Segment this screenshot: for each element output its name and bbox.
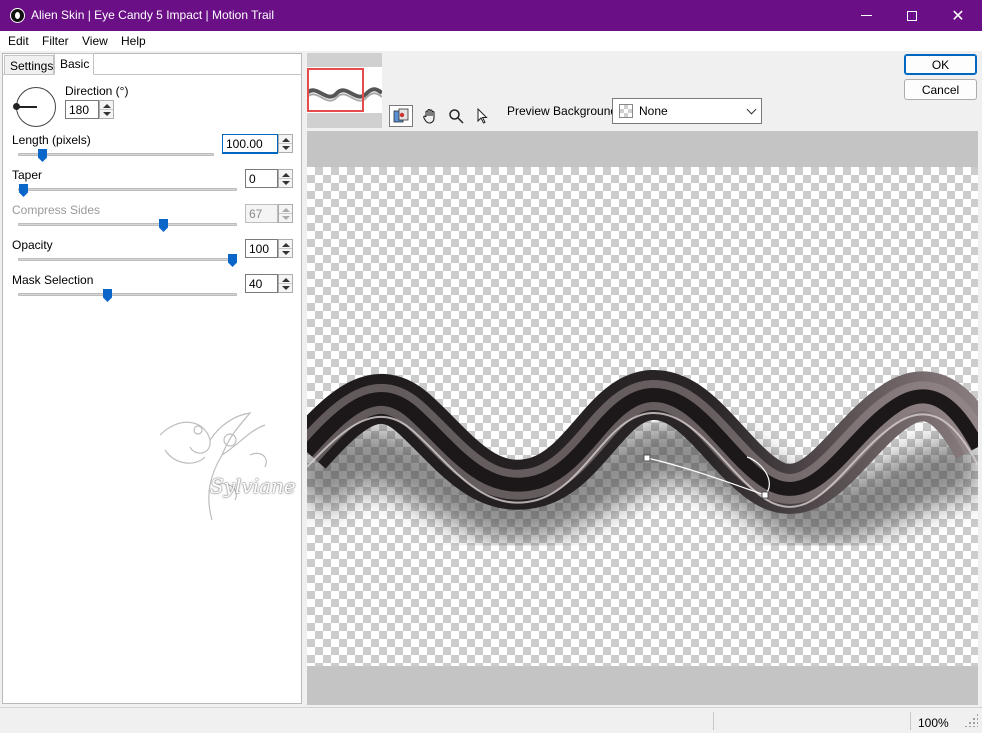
status-separator [713,712,714,730]
mask-selection-label: Mask Selection [12,273,94,287]
opacity-input[interactable]: 100 [245,239,278,258]
dial-knob[interactable] [13,103,20,110]
title-bar: Alien Skin | Eye Candy 5 Impact | Motion… [0,0,982,31]
mask-selection-spinner[interactable] [278,274,293,293]
opacity-label: Opacity [12,238,53,252]
path-handle-end[interactable] [761,491,769,499]
taper-input[interactable]: 0 [245,169,278,188]
length-slider-track[interactable] [18,153,214,156]
opacity-slider-track[interactable] [18,258,237,261]
opacity-spinner[interactable] [278,239,293,258]
length-spinner[interactable] [278,134,293,153]
maximize-icon[interactable] [889,0,935,31]
dial-needle [17,106,37,108]
menu-edit[interactable]: Edit [8,34,29,48]
zoom-magnifier-icon[interactable] [444,105,468,127]
compress-sides-spinner [278,204,293,223]
motion-trail-preview-image [307,370,978,545]
preview-background-label: Preview Background: [507,104,621,118]
preview-background-value: None [639,104,668,118]
menu-help[interactable]: Help [121,34,146,48]
alien-skin-icon [10,8,25,23]
taper-spinner[interactable] [278,169,293,188]
compress-sides-slider-track [18,223,237,226]
mask-selection-slider-track[interactable] [18,293,237,296]
status-separator [910,712,911,730]
checkerboard-swatch-icon [619,104,633,118]
direction-spinner[interactable] [99,100,114,119]
direction-label: Direction (°) [65,84,129,98]
length-input[interactable]: 100.00 [222,134,278,154]
taper-slider-track[interactable] [18,188,237,191]
tab-basic[interactable]: Basic [54,53,94,75]
mask-selection-input[interactable]: 40 [245,274,278,293]
preview-background-select[interactable]: None [612,98,762,124]
chevron-down-icon [746,104,757,115]
path-handle-start[interactable] [643,454,651,462]
length-label: Length (pixels) [12,133,91,147]
cancel-button[interactable]: Cancel [904,79,977,100]
window-title: Alien Skin | Eye Candy 5 Impact | Motion… [31,8,275,22]
status-bar: 100% [0,707,982,733]
direction-input[interactable]: 180 [65,100,99,119]
minimize-icon[interactable] [843,0,889,31]
menu-bar: Edit Filter View Help [0,31,982,51]
watermark-text: Sylviane [210,474,296,498]
arrow-select-icon[interactable] [470,105,494,127]
compress-sides-input: 67 [245,204,278,223]
watermark-floral-image [159,412,267,521]
ok-button[interactable]: OK [904,54,977,75]
zoom-level: 100% [918,716,949,730]
close-icon[interactable]: ✕ [935,0,981,31]
menu-filter[interactable]: Filter [42,34,69,48]
hand-pan-icon[interactable] [418,105,442,127]
menu-view[interactable]: View [82,34,108,48]
compress-sides-label: Compress Sides [12,203,101,217]
thumbnail-viewport-box[interactable] [307,68,364,112]
direction-dial-icon[interactable] [13,87,56,127]
tab-settings[interactable]: Settings [4,55,54,75]
before-after-icon[interactable] [389,105,413,127]
taper-label: Taper [12,168,43,182]
